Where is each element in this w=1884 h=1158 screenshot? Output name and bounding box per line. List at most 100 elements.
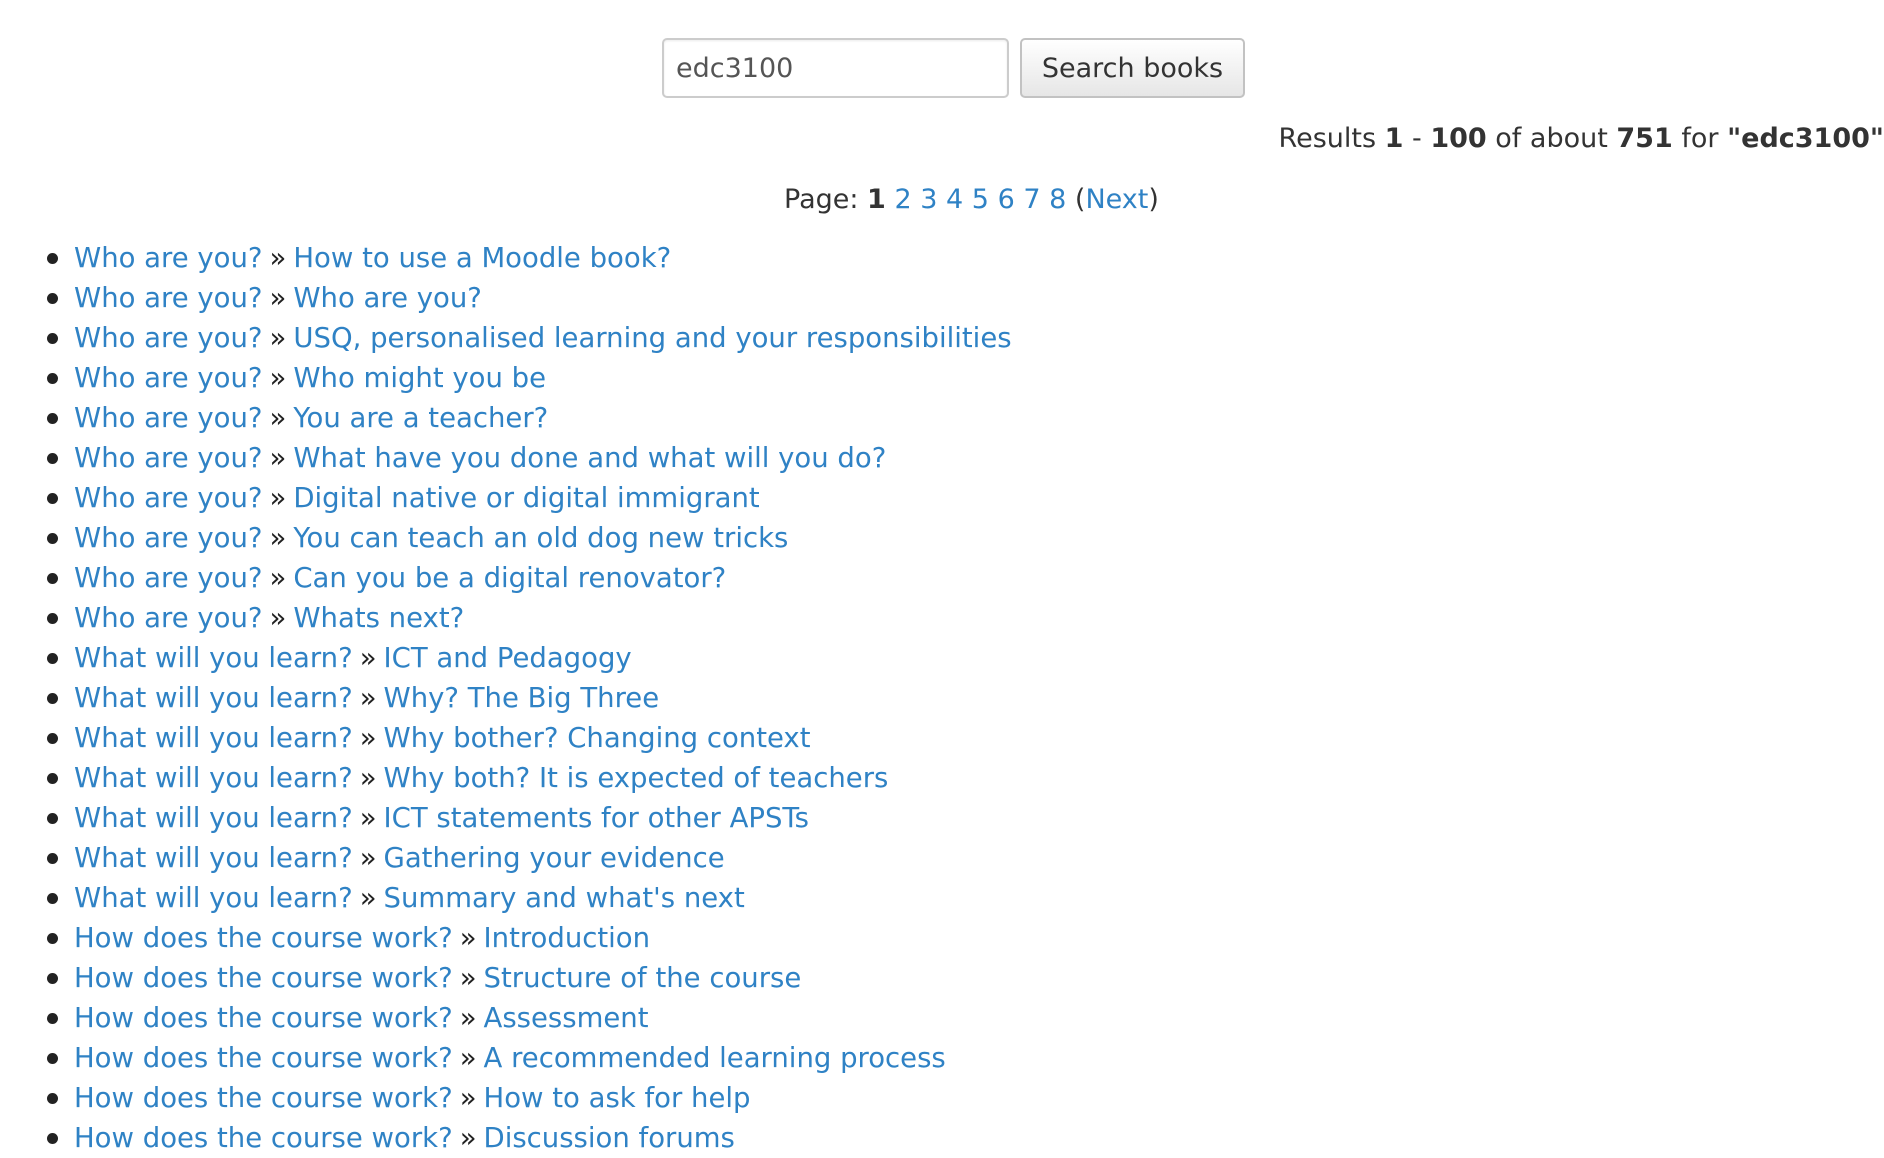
pagination-page-8[interactable]: 8 [1049, 184, 1066, 215]
bullet-icon [47, 813, 58, 824]
pagination-page-2[interactable]: 2 [894, 184, 911, 215]
result-chapter-link[interactable]: How to use a Moodle book? [293, 242, 671, 274]
result-chapter-link[interactable]: Why both? It is expected of teachers [384, 762, 889, 794]
result-chapter-link[interactable]: How to ask for help [484, 1082, 751, 1114]
pagination-current-page: 1 [867, 184, 886, 215]
result-book-link[interactable]: Who are you? [74, 562, 263, 594]
summary-mid: of about [1486, 123, 1617, 154]
bullet-icon [47, 1053, 58, 1064]
bullet-icon [47, 893, 58, 904]
breadcrumb-separator: » [459, 962, 477, 994]
result-book-link[interactable]: What will you learn? [74, 762, 353, 794]
breadcrumb-separator: » [459, 1002, 477, 1034]
bullet-icon [47, 853, 58, 864]
result-chapter-link[interactable]: Digital native or digital immigrant [293, 482, 759, 514]
pagination-open-paren: ( [1074, 184, 1086, 215]
result-item: What will you learn?» Why bother? Changin… [47, 718, 1012, 758]
result-item: What will you learn?» ICT statements for … [47, 798, 1012, 838]
breadcrumb-separator: » [359, 882, 377, 914]
search-input[interactable] [662, 38, 1009, 98]
result-book-link[interactable]: How does the course work? [74, 1122, 453, 1154]
summary-query: "edc3100" [1727, 123, 1884, 154]
result-item: How does the course work?» A recommended … [47, 1038, 1012, 1078]
result-item: What will you learn?» Why? The Big Three [47, 678, 1012, 718]
pagination-page-6[interactable]: 6 [998, 184, 1015, 215]
result-book-link[interactable]: How does the course work? [74, 962, 453, 994]
result-book-link[interactable]: What will you learn? [74, 882, 353, 914]
pagination-page-3[interactable]: 3 [920, 184, 937, 215]
result-book-link[interactable]: How does the course work? [74, 1082, 453, 1114]
result-item: How does the course work?» Assessment [47, 998, 1012, 1038]
result-item: How does the course work?» How to ask for… [47, 1078, 1012, 1118]
result-chapter-link[interactable]: Summary and what's next [384, 882, 745, 914]
pagination-next-link[interactable]: Next [1085, 184, 1148, 215]
result-chapter-link[interactable]: Who are you? [293, 282, 482, 314]
result-book-link[interactable]: What will you learn? [74, 842, 353, 874]
search-results-list: Who are you?» How to use a Moodle book? Wh… [0, 238, 1012, 1158]
result-book-link[interactable]: How does the course work? [74, 1002, 453, 1034]
result-item: Who are you?» Who are you? [47, 278, 1012, 318]
result-chapter-link[interactable]: Assessment [484, 1002, 649, 1034]
result-chapter-link[interactable]: You can teach an old dog new tricks [293, 522, 788, 554]
result-book-link[interactable]: How does the course work? [74, 1042, 453, 1074]
result-chapter-link[interactable]: Can you be a digital renovator? [293, 562, 726, 594]
bullet-icon [47, 453, 58, 464]
bullet-icon [47, 253, 58, 264]
result-chapter-link[interactable]: Why? The Big Three [384, 682, 660, 714]
result-book-link[interactable]: Who are you? [74, 602, 263, 634]
result-book-link[interactable]: What will you learn? [74, 722, 353, 754]
breadcrumb-separator: » [359, 722, 377, 754]
breadcrumb-separator: » [359, 842, 377, 874]
result-chapter-link[interactable]: Introduction [484, 922, 651, 954]
bullet-icon [47, 493, 58, 504]
bullet-icon [47, 973, 58, 984]
breadcrumb-separator: » [459, 922, 477, 954]
result-item: Who are you?» You are a teacher? [47, 398, 1012, 438]
result-book-link[interactable]: What will you learn? [74, 682, 353, 714]
result-book-link[interactable]: How does the course work? [74, 922, 453, 954]
result-book-link[interactable]: Who are you? [74, 242, 263, 274]
result-chapter-link[interactable]: USQ, personalised learning and your resp… [293, 322, 1011, 354]
bullet-icon [47, 573, 58, 584]
result-chapter-link[interactable]: ICT and Pedagogy [384, 642, 632, 674]
bullet-icon [47, 293, 58, 304]
result-book-link[interactable]: Who are you? [74, 482, 263, 514]
bullet-icon [47, 693, 58, 704]
result-chapter-link[interactable]: Who might you be [293, 362, 546, 394]
result-chapter-link[interactable]: Gathering your evidence [384, 842, 725, 874]
result-chapter-link[interactable]: Whats next? [293, 602, 464, 634]
result-book-link[interactable]: Who are you? [74, 522, 263, 554]
result-book-link[interactable]: Who are you? [74, 282, 263, 314]
pagination: Page: 1 2 3 4 5 6 7 8 (Next) [784, 180, 1159, 220]
breadcrumb-separator: » [269, 442, 287, 474]
result-chapter-link[interactable]: A recommended learning process [484, 1042, 946, 1074]
bullet-icon [47, 1093, 58, 1104]
result-chapter-link[interactable]: Discussion forums [484, 1122, 735, 1154]
result-item: Who are you?» You can teach an old dog ne… [47, 518, 1012, 558]
bullet-icon [47, 333, 58, 344]
bullet-icon [47, 653, 58, 664]
result-chapter-link[interactable]: What have you done and what will you do? [293, 442, 886, 474]
result-book-link[interactable]: Who are you? [74, 322, 263, 354]
search-books-button[interactable]: Search books [1020, 38, 1245, 98]
pagination-page-7[interactable]: 7 [1023, 184, 1040, 215]
result-chapter-link[interactable]: Why bother? Changing context [384, 722, 811, 754]
result-chapter-link[interactable]: You are a teacher? [293, 402, 548, 434]
result-item: How does the course work?» Structure of t… [47, 958, 1012, 998]
breadcrumb-separator: » [359, 642, 377, 674]
breadcrumb-separator: » [269, 482, 287, 514]
summary-from: 1 [1384, 123, 1404, 154]
result-book-link[interactable]: Who are you? [74, 442, 263, 474]
result-item: Who are you?» Digital native or digital i… [47, 478, 1012, 518]
result-chapter-link[interactable]: ICT statements for other APSTs [384, 802, 810, 834]
result-book-link[interactable]: What will you learn? [74, 802, 353, 834]
result-item: Who are you?» What have you done and what… [47, 438, 1012, 478]
pagination-page-4[interactable]: 4 [946, 184, 963, 215]
result-chapter-link[interactable]: Structure of the course [484, 962, 802, 994]
breadcrumb-separator: » [269, 562, 287, 594]
result-book-link[interactable]: Who are you? [74, 402, 263, 434]
pagination-page-5[interactable]: 5 [972, 184, 989, 215]
result-book-link[interactable]: Who are you? [74, 362, 263, 394]
result-item: What will you learn?» Summary and what's … [47, 878, 1012, 918]
result-book-link[interactable]: What will you learn? [74, 642, 353, 674]
